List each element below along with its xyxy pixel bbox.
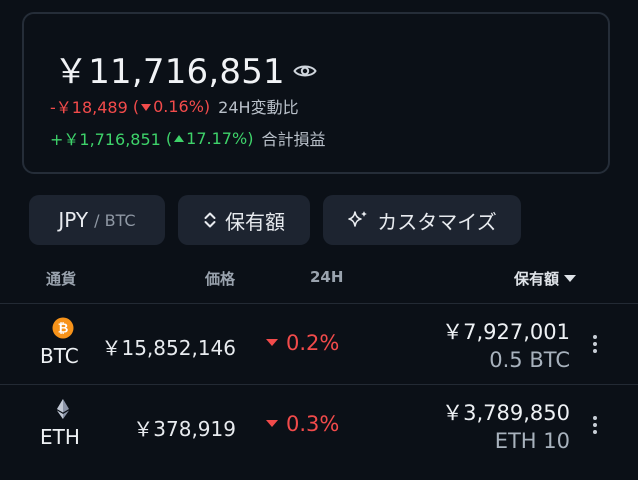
customize-label: カスタマイズ: [377, 209, 497, 234]
coin-symbol: ETH: [40, 425, 80, 449]
sort-updown-icon: [203, 211, 217, 229]
eth-coin-icon: [52, 398, 74, 420]
more-options-icon[interactable]: [590, 335, 600, 353]
column-header-coin[interactable]: 通貨: [46, 268, 76, 289]
currency-primary: JPY: [58, 208, 89, 232]
table-row[interactable]: ETH ￥378,919 0.3% ￥3,789,850 ETH 10: [0, 385, 638, 465]
sort-desc-icon: [564, 275, 577, 282]
change-24h-percent: 0.16%: [153, 96, 204, 116]
holding-value: ￥3,789,850: [442, 401, 570, 425]
coin-change-24h-value: 0.2%: [286, 331, 340, 355]
total-pnl-row: +￥1,716,851 (17.17%) 合計損益: [50, 126, 325, 150]
up-arrow-icon: [174, 134, 185, 142]
holding-quantity: 0.5 BTC: [489, 348, 570, 372]
change-24h-label: 24H変動比: [218, 98, 299, 117]
coin-price: ￥378,919: [133, 417, 236, 441]
coin-price: ￥15,852,146: [101, 336, 236, 360]
coin-symbol: BTC: [40, 344, 79, 368]
change-24h-row: -￥18,489 (0.16%) 24H変動比: [50, 94, 299, 118]
table-row[interactable]: ₿ BTC ￥15,852,146 0.2% ￥7,927,001 0.5 BT…: [0, 304, 638, 384]
column-header-24h[interactable]: 24H: [310, 268, 343, 286]
eye-icon[interactable]: [293, 63, 317, 79]
total-pnl-percent: 17.17%: [186, 128, 248, 148]
down-arrow-icon: [266, 420, 278, 427]
holding-quantity: ETH 10: [494, 429, 570, 453]
svg-text:₿: ₿: [58, 322, 69, 337]
sort-label: 保有額: [225, 209, 285, 234]
column-header-price[interactable]: 価格: [205, 268, 235, 289]
sparkle-icon: [347, 210, 369, 230]
coin-change-24h: 0.2%: [264, 331, 339, 355]
total-balance: ￥11,716,851: [54, 52, 285, 92]
btc-coin-icon: ₿: [52, 317, 74, 339]
currency-toggle-button[interactable]: JPY / BTC: [29, 195, 165, 245]
coin-change-24h: 0.3%: [264, 412, 339, 436]
total-pnl-percent-wrap: (17.17%): [160, 128, 254, 148]
down-arrow-icon: [141, 103, 152, 111]
sort-button[interactable]: 保有額: [178, 195, 310, 245]
coin-change-24h-value: 0.3%: [286, 412, 340, 436]
customize-button[interactable]: カスタマイズ: [323, 195, 521, 245]
holding-value: ￥7,927,001: [442, 320, 570, 344]
portfolio-summary-card: ￥11,716,851 -￥18,489 (0.16%) 24H変動比 +￥1,…: [22, 12, 610, 174]
column-header-holding[interactable]: 保有額: [514, 268, 577, 289]
total-pnl-label: 合計損益: [261, 130, 326, 149]
total-pnl-amount: +￥1,716,851: [50, 130, 161, 149]
down-arrow-icon: [266, 339, 278, 346]
currency-secondary: / BTC: [94, 210, 136, 230]
change-24h-amount: -￥18,489: [50, 98, 128, 117]
column-header-holding-label: 保有額: [514, 270, 560, 288]
more-options-icon[interactable]: [590, 416, 600, 434]
total-balance-row: ￥11,716,851: [54, 44, 317, 93]
change-24h-percent-wrap: (0.16%): [127, 96, 211, 116]
